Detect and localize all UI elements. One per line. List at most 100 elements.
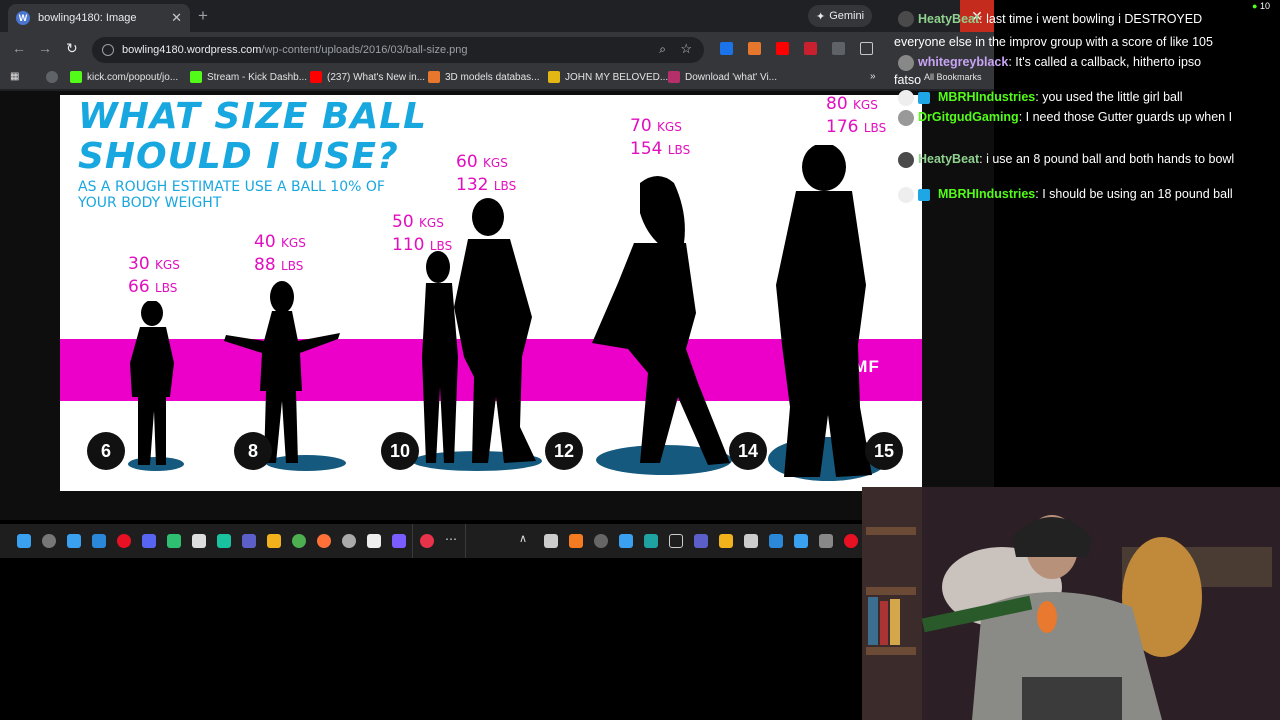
chevron-up-icon[interactable]: ∧ — [519, 532, 533, 546]
live-dot-icon: ● — [1252, 1, 1258, 11]
weight-lbs: 88 — [254, 255, 276, 275]
avatar — [898, 55, 914, 71]
weight-lbs: 66 — [128, 277, 150, 297]
gemini-button[interactable]: ✦ Gemini — [808, 5, 872, 27]
bookmark-favicon — [668, 71, 680, 83]
app-icon[interactable] — [267, 534, 281, 548]
chat-username: HeatyBeat — [918, 152, 980, 166]
weight-label: 30 KGS 66 LBS — [128, 253, 180, 299]
chat-text: you used the little girl ball — [1042, 90, 1183, 104]
steam-icon[interactable] — [744, 534, 758, 548]
new-tab-icon[interactable]: + — [198, 6, 208, 26]
wordpress-icon: W — [16, 11, 30, 25]
woman-silhouette — [592, 176, 730, 465]
avatar — [898, 11, 914, 27]
tray-icon[interactable] — [794, 534, 808, 548]
weight-lbs: 176 — [826, 117, 859, 137]
kg-unit: KGS — [657, 120, 682, 134]
bookmark-item[interactable]: Download 'what' Vi... — [668, 71, 777, 83]
chat-username: whitegreyblack — [918, 55, 1009, 69]
lbs-unit: LBS — [429, 239, 453, 253]
extensions-puzzle-icon[interactable] — [860, 42, 873, 55]
bookmark-item[interactable]: 3D models databas... — [428, 71, 540, 83]
bookmark-item[interactable] — [46, 71, 63, 83]
weight-kg: 50 — [392, 212, 414, 232]
bluetooth-icon[interactable] — [619, 534, 633, 548]
address-bar[interactable]: bowling4180.wordpress.com/wp-content/upl… — [92, 37, 704, 63]
bookmark-item[interactable]: (237) What's New in... — [310, 71, 425, 83]
tray-icon[interactable] — [844, 534, 858, 548]
notion-icon[interactable] — [367, 534, 381, 548]
tray-icon[interactable] — [594, 534, 608, 548]
bookmark-label: JOHN MY BELOVED... — [565, 71, 669, 83]
app-icon[interactable] — [192, 534, 206, 548]
tab-close-icon[interactable]: ✕ — [171, 10, 182, 26]
chat-message: HeatyBeat: i use an 8 pound ball and bot… — [894, 151, 1235, 168]
forward-icon[interactable]: → — [38, 40, 52, 56]
infographic-subtitle: AS A ROUGH ESTIMATE USE A BALL 10% OF YO… — [78, 179, 385, 211]
weight-kg: 80 — [826, 95, 848, 114]
tray-icon[interactable] — [669, 534, 683, 548]
tray-icon[interactable] — [694, 534, 708, 548]
more-icon[interactable]: ⋯ — [445, 532, 459, 546]
tray-icon[interactable] — [644, 534, 658, 548]
site-info-icon[interactable] — [102, 44, 114, 56]
weight-kg: 70 — [630, 116, 652, 136]
tray-icon[interactable] — [769, 534, 783, 548]
browser-tab[interactable]: W bowling4180: Image ✕ — [8, 4, 190, 32]
app-icon[interactable] — [167, 534, 181, 548]
webcam-scene — [862, 487, 1280, 720]
tray-icon[interactable] — [719, 534, 733, 548]
app-icon[interactable] — [392, 534, 406, 548]
extension-icon[interactable] — [832, 42, 845, 55]
youtube-icon — [310, 71, 322, 83]
bookmark-item[interactable]: Stream - Kick Dashb... — [190, 71, 307, 83]
weight-label: 80 KGS 176 LBS — [826, 95, 886, 139]
youtube-extension-icon[interactable] — [776, 42, 789, 55]
chrome-icon[interactable] — [42, 534, 56, 548]
extension-icon[interactable] — [748, 42, 761, 55]
bookmark-label: Download 'what' Vi... — [685, 71, 778, 83]
firefox-icon[interactable] — [317, 534, 331, 548]
extension-icon[interactable] — [720, 42, 733, 55]
all-bookmarks-label[interactable]: All Bookmarks — [924, 72, 982, 82]
kg-unit: KGS — [483, 156, 508, 170]
app-icon[interactable] — [342, 534, 356, 548]
bookmark-item[interactable]: kick.com/popout/jo... — [70, 71, 178, 83]
discord-icon[interactable] — [142, 534, 156, 548]
windows-start-icon[interactable] — [17, 534, 31, 548]
chat-text: i use an 8 pound ball and both hands to … — [986, 152, 1235, 166]
app-icon[interactable] — [292, 534, 306, 548]
weight-kg: 40 — [254, 232, 276, 252]
apps-icon[interactable]: ▦ — [10, 71, 19, 82]
tray-icon[interactable] — [819, 534, 833, 548]
bowling-ball: 12 — [545, 432, 583, 470]
gemini-label: Gemini — [829, 10, 865, 22]
app-icon[interactable] — [420, 534, 434, 548]
reload-icon[interactable]: ↻ — [66, 40, 78, 57]
infographic-title: WHAT SIZE BALL SHOULD I USE? — [78, 96, 428, 177]
tab-strip: W bowling4180: Image ✕ + ✦ Gemini ✕ — [0, 0, 994, 32]
app-icon[interactable] — [217, 534, 231, 548]
back-icon[interactable]: ← — [12, 40, 26, 56]
bookmarks-bar: ▦ kick.com/popout/jo... Stream - Kick Da… — [0, 66, 994, 90]
taskbar-divider — [465, 524, 466, 558]
kg-unit: KGS — [853, 98, 878, 112]
zoom-icon[interactable]: ⌕ — [659, 42, 666, 57]
app-icon[interactable] — [67, 534, 81, 548]
app-icon[interactable] — [117, 534, 131, 548]
child-silhouette — [130, 301, 174, 465]
chat-text: I should be using an 18 pound ball — [1042, 187, 1233, 201]
discord-tray-icon[interactable] — [544, 534, 558, 548]
chat-message-continued: play — [894, 131, 917, 145]
app-icon[interactable] — [242, 534, 256, 548]
ball-size-infographic: WHAT SIZE BALL SHOULD I USE? AS A ROUGH … — [60, 95, 922, 491]
browser-window: W bowling4180: Image ✕ + ✦ Gemini ✕ ← → … — [0, 0, 994, 520]
taskbar-divider — [412, 524, 413, 558]
tray-icon[interactable] — [569, 534, 583, 548]
app-icon[interactable] — [92, 534, 106, 548]
chevron-right-icon[interactable]: » — [870, 71, 876, 82]
bookmark-item[interactable]: JOHN MY BELOVED... — [548, 71, 668, 83]
adblock-icon[interactable] — [804, 42, 817, 55]
bookmark-star-icon[interactable]: ☆ — [680, 41, 692, 57]
